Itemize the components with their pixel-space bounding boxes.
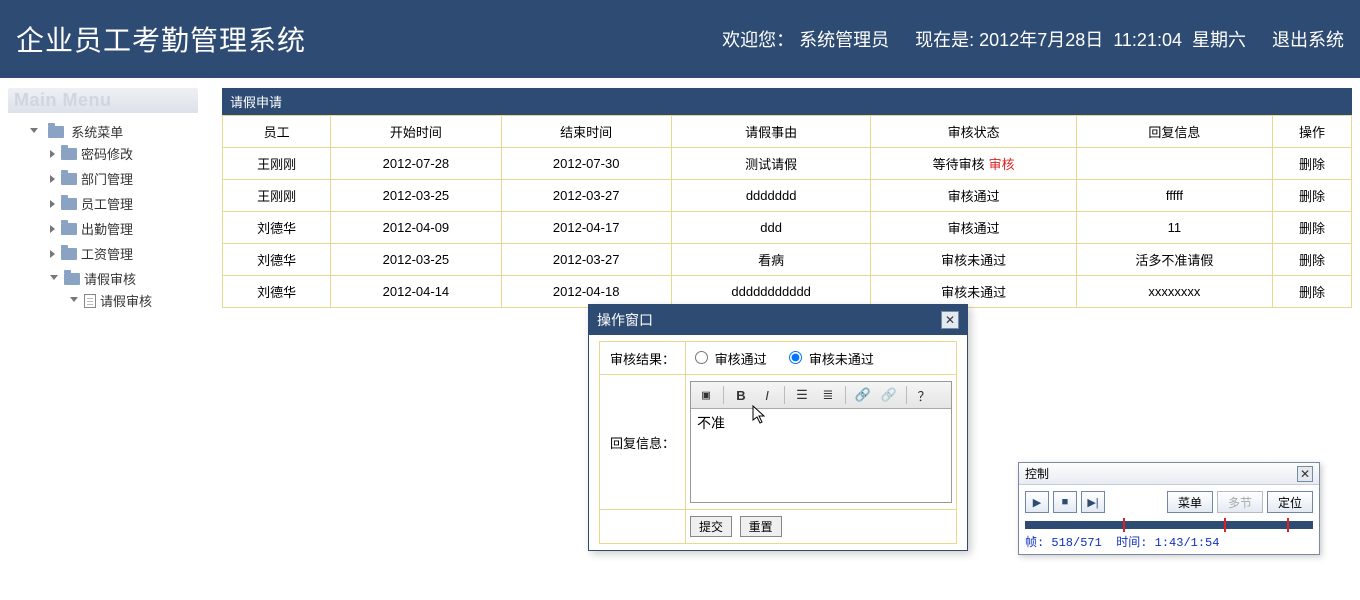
ordered-list-icon: ☰ [796, 387, 808, 403]
folder-icon [61, 148, 77, 160]
submit-button[interactable]: 提交 [690, 516, 732, 537]
chevron-right-icon[interactable] [50, 200, 55, 208]
editor-toolbar: ▣ B I ☰ ≣ 🔗 🔗 ？ [691, 382, 951, 409]
ordered-list-button[interactable]: ☰ [791, 385, 813, 405]
progress-tick [1123, 518, 1125, 532]
delete-link[interactable]: 删除 [1299, 285, 1325, 300]
chevron-down-icon[interactable] [70, 297, 78, 302]
nav-tree: 系统菜单 密码修改 部门管理 员工管理 出勤管理 工资管理 请假审核 请假审核 [8, 113, 198, 325]
close-icon: ✕ [1300, 467, 1310, 481]
welcome-block: 欢迎您： 系统管理员 [722, 26, 889, 52]
dialog-titlebar[interactable]: 操作窗口 ✕ [589, 305, 967, 335]
close-button[interactable]: ✕ [941, 311, 959, 329]
delete-link[interactable]: 删除 [1299, 157, 1325, 172]
dialog-title-text: 操作窗口 [597, 310, 653, 330]
app-header: 企业员工考勤管理系统 欢迎您： 系统管理员 现在是: 2012年7月28日 11… [0, 0, 1360, 78]
table-row: 刘德华2012-03-252012-03-27看病审核未通过活多不准请假删除 [223, 244, 1352, 276]
sidebar-item-dept[interactable]: 部门管理 [50, 166, 196, 191]
sidebar-item-salary[interactable]: 工资管理 [50, 241, 196, 266]
file-icon [84, 294, 96, 308]
sidebar-item-leave-audit[interactable]: 请假审核 请假审核 [50, 266, 196, 316]
playback-status: 帧: 518/571 时间: 1:43/1:54 [1025, 533, 1313, 550]
multi-button: 多节 [1217, 491, 1263, 513]
unlink-button[interactable]: 🔗 [878, 385, 900, 405]
radio-fail-label[interactable]: 审核未通过 [784, 352, 874, 367]
about-button[interactable]: ？ [913, 385, 935, 405]
about-icon: ？ [917, 386, 930, 405]
unordered-list-icon: ≣ [823, 387, 834, 403]
folder-icon [61, 198, 77, 210]
progress-bar[interactable] [1025, 521, 1313, 529]
app-title: 企业员工考勤管理系统 [16, 19, 306, 59]
folder-icon [61, 223, 77, 235]
logout-link[interactable]: 退出系统 [1272, 26, 1344, 52]
audit-dialog: 操作窗口 ✕ 审核结果： 审核通过 审核未通过 回复信息： ▣ [588, 304, 968, 551]
table-row: 王刚刚2012-07-282012-07-30测试请假等待审核审核删除 [223, 148, 1352, 180]
folder-icon [48, 126, 64, 138]
sidebar-item-employee[interactable]: 员工管理 [50, 191, 196, 216]
table-row: 刘德华2012-04-142012-04-18ddddddddddd审核未通过x… [223, 276, 1352, 308]
bold-button[interactable]: B [730, 385, 752, 405]
source-button[interactable]: ▣ [695, 385, 717, 405]
step-icon: ▶| [1087, 496, 1098, 509]
table-row: 王刚刚2012-03-252012-03-27ddddddd审核通过fffff删… [223, 180, 1352, 212]
sidebar-subitem-leave-audit[interactable]: 请假审核 [70, 288, 196, 313]
delete-link[interactable]: 删除 [1299, 221, 1325, 236]
radio-pass-label[interactable]: 审核通过 [690, 352, 767, 367]
stop-button[interactable]: ■ [1053, 491, 1077, 513]
table-row: 刘德华2012-04-092012-04-17ddd审核通过11删除 [223, 212, 1352, 244]
panel-title: 请假申请 [222, 88, 1352, 115]
play-button[interactable]: ▶ [1025, 491, 1049, 513]
chevron-right-icon[interactable] [50, 150, 55, 158]
control-close-button[interactable]: ✕ [1297, 466, 1313, 482]
tree-root[interactable]: 系统菜单 密码修改 部门管理 员工管理 出勤管理 工资管理 请假审核 请假审核 [30, 119, 196, 319]
datetime-block: 现在是: 2012年7月28日 11:21:04 星期六 [915, 26, 1246, 52]
link-button[interactable]: 🔗 [852, 385, 874, 405]
reply-label: 回复信息： [600, 375, 686, 510]
stop-icon: ■ [1062, 496, 1069, 508]
folder-icon [61, 173, 77, 185]
locate-button[interactable]: 定位 [1267, 491, 1313, 513]
chevron-right-icon[interactable] [50, 225, 55, 233]
reply-textarea[interactable] [691, 409, 951, 499]
rich-editor: ▣ B I ☰ ≣ 🔗 🔗 ？ [690, 381, 952, 503]
chevron-right-icon[interactable] [50, 175, 55, 183]
sidebar-item-attendance[interactable]: 出勤管理 [50, 216, 196, 241]
italic-button[interactable]: I [756, 385, 778, 405]
menu-header: Main Menu [8, 88, 198, 113]
chevron-down-icon[interactable] [50, 275, 58, 280]
menu-button[interactable]: 菜单 [1167, 491, 1213, 513]
radio-fail[interactable] [789, 351, 802, 364]
current-user: 系统管理员 [799, 30, 889, 50]
audit-link[interactable]: 审核 [989, 157, 1015, 172]
chevron-down-icon[interactable] [30, 128, 38, 133]
delete-link[interactable]: 删除 [1299, 189, 1325, 204]
folder-icon [61, 248, 77, 260]
reset-button[interactable]: 重置 [740, 516, 782, 537]
folder-icon [64, 273, 80, 285]
player-control-panel: 控制 ✕ ▶ ■ ▶| 菜单 多节 定位 帧: 518/571 时间: 1:43… [1018, 462, 1320, 555]
close-icon: ✕ [945, 313, 955, 327]
chevron-right-icon[interactable] [50, 250, 55, 258]
leave-table: 员工 开始时间 结束时间 请假事由 审核状态 回复信息 操作 王刚刚2012-0… [222, 115, 1352, 308]
play-icon: ▶ [1033, 496, 1041, 509]
progress-tick [1224, 518, 1226, 532]
control-titlebar[interactable]: 控制 ✕ [1019, 463, 1319, 485]
sidebar: Main Menu 系统菜单 密码修改 部门管理 员工管理 出勤管理 工资管理 … [8, 88, 198, 325]
main-content: 请假申请 员工 开始时间 结束时间 请假事由 审核状态 回复信息 操作 王刚刚2… [222, 88, 1352, 325]
result-label: 审核结果： [600, 342, 686, 375]
sidebar-item-password[interactable]: 密码修改 [50, 141, 196, 166]
progress-tick [1287, 518, 1289, 532]
unlink-icon: 🔗 [881, 387, 897, 403]
table-header-row: 员工 开始时间 结束时间 请假事由 审核状态 回复信息 操作 [223, 116, 1352, 148]
radio-pass[interactable] [695, 351, 708, 364]
delete-link[interactable]: 删除 [1299, 253, 1325, 268]
step-button[interactable]: ▶| [1081, 491, 1105, 513]
link-icon: 🔗 [855, 387, 871, 403]
unordered-list-button[interactable]: ≣ [817, 385, 839, 405]
